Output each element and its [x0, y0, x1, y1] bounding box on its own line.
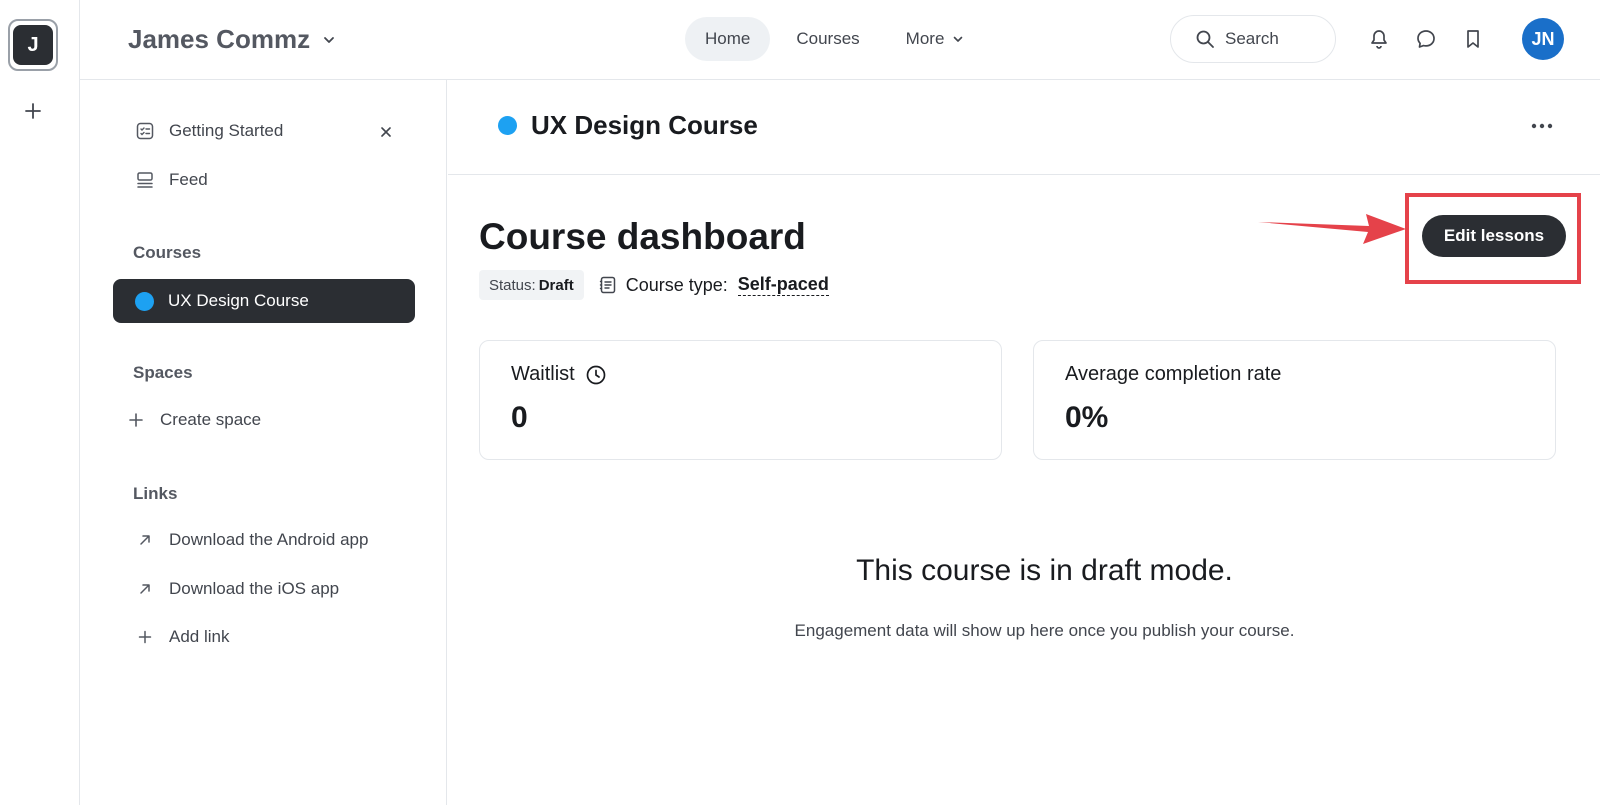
course-dot-icon	[135, 291, 154, 311]
top-header: James Commz Home Courses More Search JN	[80, 0, 1600, 80]
sidebar-item-getting-started[interactable]: Getting Started	[135, 121, 283, 141]
chevron-down-icon	[324, 36, 334, 43]
bookmark-icon[interactable]	[1461, 27, 1485, 51]
draft-mode-subtitle: Engagement data will show up here once y…	[794, 621, 1295, 640]
plus-icon	[25, 103, 41, 119]
clock-icon	[586, 365, 606, 384]
annotation-arrow-icon	[1258, 214, 1406, 244]
community-name-dropdown[interactable]: James Commz	[128, 24, 336, 55]
section-label-links: Links	[133, 484, 178, 503]
main-nav: Home Courses More	[685, 17, 984, 61]
search-button[interactable]: Search	[1170, 15, 1336, 63]
course-meta-row: Status: Draft Course type: Self-paced	[479, 270, 829, 300]
chat-bubble-icon[interactable]	[1414, 27, 1438, 51]
chevron-down-icon	[954, 36, 963, 42]
arrow-up-right-icon	[135, 530, 155, 550]
close-icon[interactable]	[378, 124, 394, 140]
search-icon	[1196, 30, 1214, 48]
waitlist-label: Waitlist	[511, 363, 607, 386]
more-options-icon[interactable]	[1528, 114, 1556, 138]
nav-home[interactable]: Home	[685, 17, 771, 61]
edit-lessons-button[interactable]: Edit lessons	[1422, 215, 1566, 257]
plus-icon	[126, 410, 146, 430]
arrow-up-right-icon	[135, 579, 155, 599]
course-dot-icon	[498, 116, 517, 135]
waitlist-card: Waitlist 0	[479, 340, 1002, 460]
course-title: UX Design Course	[498, 110, 758, 141]
community-initial: J	[13, 25, 53, 65]
search-label: Search	[1225, 29, 1279, 48]
community-switcher[interactable]: J	[8, 19, 58, 71]
page-title: Course dashboard	[479, 216, 806, 257]
add-community-button[interactable]	[21, 99, 45, 123]
course-type: Course type: Self-paced	[598, 274, 829, 296]
link-download-android[interactable]: Download the Android app	[135, 530, 368, 550]
notifications-bell-icon[interactable]	[1367, 27, 1391, 51]
link-download-ios[interactable]: Download the iOS app	[135, 579, 339, 599]
course-header: UX Design Course	[448, 80, 1600, 175]
checklist-icon	[135, 121, 155, 141]
document-icon	[599, 276, 615, 294]
plus-icon	[135, 627, 155, 647]
left-sidebar: Getting Started Feed Courses UX Design C…	[80, 80, 447, 805]
main-content: UX Design Course Course dashboard Status…	[448, 80, 1600, 805]
feed-icon	[135, 170, 155, 190]
completion-rate-value: 0%	[1065, 401, 1109, 434]
sidebar-item-feed[interactable]: Feed	[135, 170, 208, 190]
status-badge: Status: Draft	[479, 270, 584, 300]
course-type-selector[interactable]: Self-paced	[737, 274, 829, 296]
add-link-button[interactable]: Add link	[135, 627, 229, 647]
community-rail: J	[0, 0, 80, 805]
user-avatar[interactable]: JN	[1522, 18, 1564, 60]
draft-mode-title: This course is in draft mode.	[856, 554, 1233, 587]
sidebar-item-ux-design-course[interactable]: UX Design Course	[113, 279, 415, 323]
completion-rate-card: Average completion rate 0%	[1033, 340, 1556, 460]
section-label-spaces: Spaces	[133, 363, 193, 382]
waitlist-value: 0	[511, 401, 528, 434]
community-name: James Commz	[128, 24, 311, 54]
create-space-button[interactable]: Create space	[126, 410, 261, 430]
nav-more[interactable]: More	[886, 17, 985, 61]
section-label-courses: Courses	[133, 243, 202, 262]
header-icons	[1367, 27, 1485, 51]
nav-courses[interactable]: Courses	[776, 17, 879, 61]
completion-rate-label: Average completion rate	[1065, 363, 1282, 385]
